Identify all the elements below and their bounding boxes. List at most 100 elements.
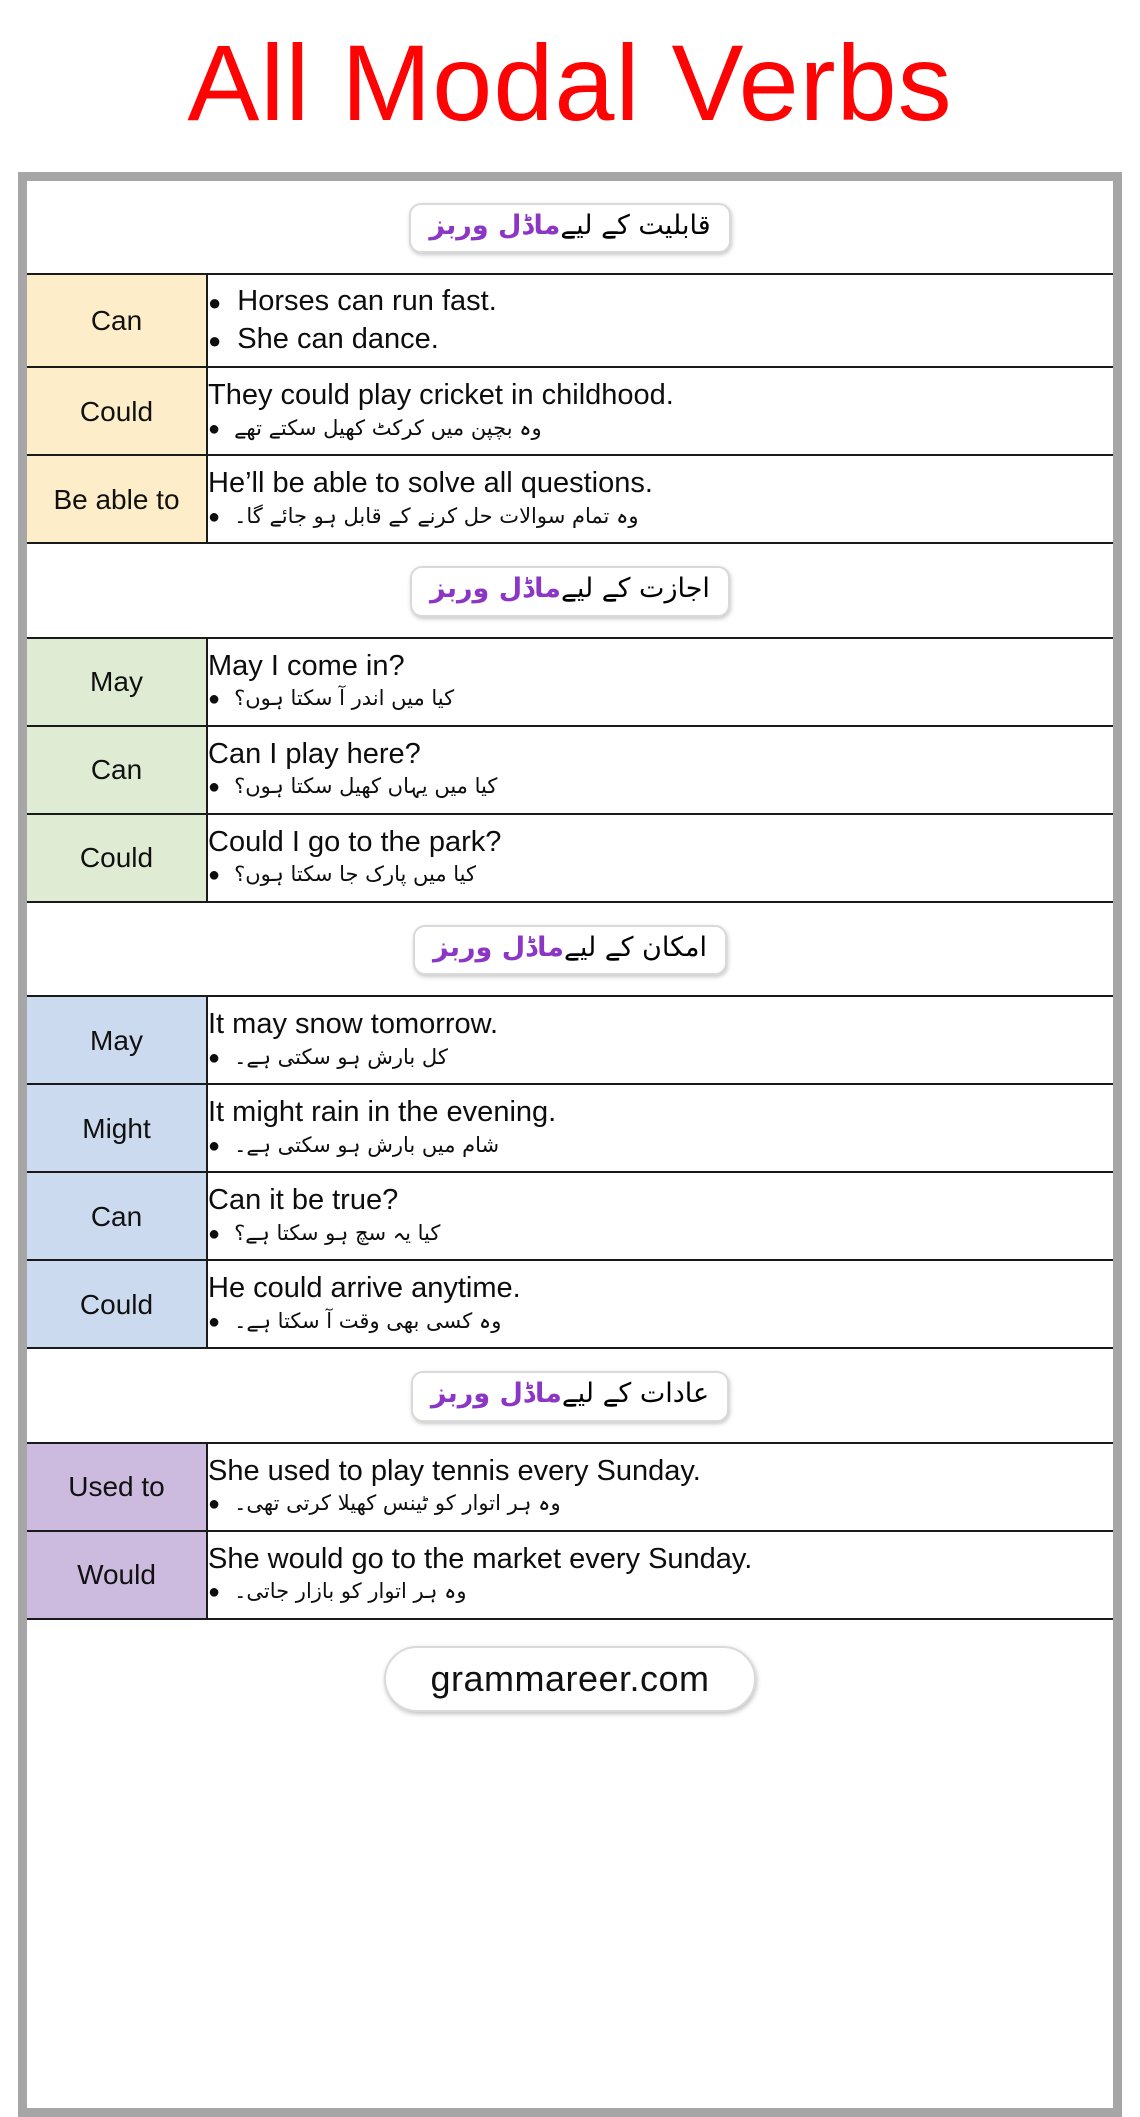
spacer-habit-mid — [27, 1422, 1113, 1442]
modal-label-cell: Might — [27, 1083, 208, 1174]
bullet-dot-icon: ● — [208, 688, 221, 711]
section-heading-permission: اجازت کے لیےماڈل وربز — [27, 566, 1113, 617]
example-english: It may snow tomorrow. — [208, 1008, 499, 1041]
example-cell: She used to play tennis every Sunday. ● و… — [207, 1441, 1113, 1532]
example-urdu: شام میں بارش ہو سکتی ہے۔ — [234, 1132, 500, 1157]
heading-text-black: اجازت کے لیے — [561, 573, 710, 605]
table-row: Could They could play cricket in childho… — [27, 366, 1113, 457]
example-urdu: وہ کسی بھی وقت آ سکتا ہے۔ — [234, 1308, 502, 1333]
modal-label-cell: Could — [27, 366, 208, 457]
bullet-dot-icon: ● — [208, 1310, 221, 1333]
example-cell: It may snow tomorrow. ● کل بارش ہو سکتی ہ… — [207, 995, 1113, 1086]
table-permission: May May I come in? ● کیا میں اندر آ سکتا … — [27, 636, 1113, 903]
example-cell: ● Horses can run fast. ● She can dance. — [207, 273, 1113, 369]
example-urdu-row: ● شام میں بارش ہو سکتی ہے۔ — [208, 1130, 1113, 1160]
table-row: Be able to He’ll be able to solve all qu… — [27, 454, 1113, 545]
example-urdu: وہ ہر اتوار کو ٹینس کھیلا کرتی تھی۔ — [234, 1491, 561, 1516]
modal-label-cell: Can — [27, 1171, 208, 1262]
example-urdu-row: ● کل بارش ہو سکتی ہے۔ — [208, 1042, 1113, 1072]
example-urdu: کیا میں پارک جا سکتا ہوں؟ — [234, 862, 476, 887]
table-row: Can ● Horses can run fast. ● She can dance… — [27, 273, 1113, 369]
table-habit: Used to She used to play tennis every Su… — [27, 1441, 1113, 1620]
example-cell: They could play cricket in childhood. ● و… — [207, 366, 1113, 457]
example-english: They could play cricket in childhood. — [208, 379, 674, 412]
heading-text-accent: ماڈل وربز — [429, 210, 561, 241]
example-urdu: کیا یہ سچ ہو سکتا ہے؟ — [234, 1220, 441, 1245]
table-row: Could Could I go to the park? ● کیا میں پ… — [27, 812, 1113, 903]
heading-text-black: قابلیت کے لیے — [560, 210, 711, 241]
page-title: All Modal Verbs — [187, 22, 953, 143]
bullet-dot-icon: ● — [208, 417, 221, 440]
bullet-dot-icon: ● — [208, 290, 222, 316]
heading-text-accent: ماڈل وربز — [430, 573, 562, 605]
example-urdu: وہ ہر اتوار کو بازار جاتی۔ — [234, 1579, 467, 1604]
modal-label-cell: Could — [27, 812, 208, 903]
modal-label-cell: Be able to — [27, 454, 208, 545]
example-english: She used to play tennis every Sunday. — [208, 1454, 701, 1487]
spacer-permission-mid — [27, 617, 1113, 637]
bullet-dot-icon: ● — [208, 1046, 221, 1069]
example-cell: He could arrive anytime. ● وہ کسی بھی وقت… — [207, 1259, 1113, 1350]
example-cell: Could I go to the park? ● کیا میں پارک جا… — [207, 812, 1113, 903]
example-cell: She would go to the market every Sunday.… — [207, 1529, 1113, 1620]
example-urdu: کیا میں اندر آ سکتا ہوں؟ — [234, 686, 455, 711]
table-row: Can Can it be true? ● کیا یہ سچ ہو سکتا ہ… — [27, 1171, 1113, 1262]
heading-text-black: عادات کے لیے — [561, 1378, 710, 1410]
section-heading-habit: عادات کے لیےماڈل وربز — [27, 1371, 1113, 1422]
title-bar: All Modal Verbs — [0, 0, 1140, 172]
example-urdu-row: ● وہ ہر اتوار کو بازار جاتی۔ — [208, 1576, 1113, 1606]
example-english: She can dance. — [237, 322, 439, 355]
bullet-dot-icon: ● — [208, 776, 221, 799]
example-bullet: ● Horses can run fast. — [208, 283, 1113, 321]
spacer-possibility-mid — [27, 975, 1113, 995]
example-english: He’ll be able to solve all questions. — [208, 467, 653, 500]
section-heading-ability: قابلیت کے لیےماڈل وربز — [27, 203, 1113, 254]
example-urdu-row: ● کیا میں اندر آ سکتا ہوں؟ — [208, 683, 1113, 713]
example-urdu-row: ● وہ بچپن میں کرکٹ کھیل سکتے تھے — [208, 413, 1113, 443]
heading-pill-ability: قابلیت کے لیےماڈل وربز — [409, 203, 731, 254]
example-english: Can I play here? — [208, 737, 421, 770]
table-row: Can Can I play here? ● کیا میں یہاں کھیل … — [27, 724, 1113, 815]
example-urdu-row: ● وہ ہر اتوار کو ٹینس کھیلا کرتی تھی۔ — [208, 1488, 1113, 1518]
site-credit: grammareer.com — [384, 1645, 756, 1712]
example-english: Could I go to the park? — [208, 825, 502, 858]
section-heading-possibility: امکان کے لیےماڈل وربز — [27, 924, 1113, 976]
table-row: May May I come in? ● کیا میں اندر آ سکتا … — [27, 636, 1113, 727]
table-row: Could He could arrive anytime. ● وہ کسی ب… — [27, 1259, 1113, 1350]
modal-label-cell: Would — [27, 1529, 208, 1620]
example-urdu: کل بارش ہو سکتی ہے۔ — [234, 1044, 448, 1069]
bullet-dot-icon: ● — [208, 1134, 221, 1157]
example-urdu: کیا میں یہاں کھیل سکتا ہوں؟ — [234, 774, 498, 799]
modal-label-cell: Could — [27, 1259, 208, 1350]
bullet-dot-icon: ● — [208, 505, 221, 528]
modal-verbs-poster: All Modal Verbs قابلیت کے لیےماڈل وربز C… — [0, 0, 1140, 2117]
example-english: It might rain in the evening. — [208, 1096, 557, 1129]
table-row: Used to She used to play tennis every Su… — [27, 1441, 1113, 1532]
modal-label-cell: May — [27, 636, 208, 727]
example-cell: It might rain in the evening. ● شام میں ب… — [207, 1083, 1113, 1174]
spacer-habit-top — [27, 1349, 1113, 1371]
example-english: Horses can run fast. — [237, 285, 497, 318]
heading-pill-habit: عادات کے لیےماڈل وربز — [410, 1371, 730, 1422]
example-urdu: وہ تمام سوالات حل کرنے کے قابل ہو جائے گ… — [234, 503, 639, 528]
table-possibility: May It may snow tomorrow. ● کل بارش ہو سک… — [27, 995, 1113, 1350]
example-cell: He’ll be able to solve all questions. ● و… — [207, 454, 1113, 545]
example-cell: Can it be true? ● کیا یہ سچ ہو سکتا ہے؟ — [207, 1171, 1113, 1262]
footer-zone: grammareer.com — [27, 1620, 1113, 1738]
example-urdu-row: ● کیا میں یہاں کھیل سکتا ہوں؟ — [208, 771, 1113, 801]
heading-text-accent: ماڈل وربز — [433, 931, 564, 963]
spacer-possibility-top — [27, 903, 1113, 925]
bullet-dot-icon: ● — [208, 1493, 221, 1516]
example-cell: May I come in? ● کیا میں اندر آ سکتا ہوں؟ — [207, 636, 1113, 727]
example-english: Can it be true? — [208, 1184, 399, 1217]
bullet-dot-icon: ● — [208, 1581, 221, 1604]
bullet-dot-icon: ● — [208, 327, 222, 353]
spacer-ability-mid — [27, 253, 1113, 273]
heading-pill-permission: اجازت کے لیےماڈل وربز — [410, 566, 730, 617]
table-ability: Can ● Horses can run fast. ● She can dance… — [27, 273, 1113, 545]
heading-text-black: امکان کے لیے — [564, 931, 707, 963]
spacer-ability-top — [27, 181, 1113, 203]
example-english: May I come in? — [208, 649, 405, 682]
example-bullet: ● She can dance. — [208, 321, 1113, 359]
modal-label-cell: Used to — [27, 1441, 208, 1532]
